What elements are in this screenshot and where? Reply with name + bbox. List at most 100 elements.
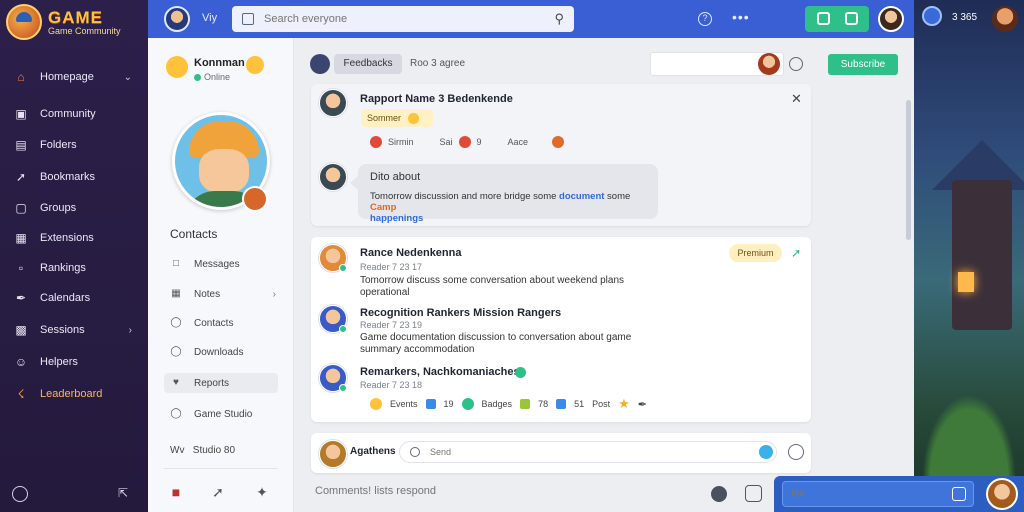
chat-icon: ▢ (15, 201, 27, 215)
puzzle-icon[interactable]: ✦ (254, 484, 270, 500)
notification-icon[interactable] (922, 6, 942, 26)
chevron-right-icon: › (128, 324, 132, 336)
avatar[interactable] (319, 440, 347, 468)
emoji-icon[interactable] (711, 486, 727, 502)
reply-link[interactable]: happenings (370, 213, 423, 224)
profile-menu-label: Contacts (194, 317, 234, 329)
sidebar-item-bookmarks[interactable]: ➚ Bookmarks (0, 164, 148, 190)
scrollbar[interactable] (906, 100, 911, 240)
profile-menu-messages[interactable]: □ Messages (164, 254, 278, 274)
sidebar-item-helpers[interactable]: ☺ Helpers (0, 349, 148, 375)
sidebar-item-folders[interactable]: ▤ Folders (0, 132, 148, 158)
sidebar-item-homepage[interactable]: ⌂ Homepage ⌄ (0, 64, 148, 90)
sidebar-item-label: Homepage (40, 71, 94, 83)
footer-prefix: Wv (170, 445, 185, 456)
chat-input[interactable] (791, 488, 941, 499)
profile-menu-label: Game Studio (194, 408, 253, 420)
search-bar[interactable]: ⚲ (232, 6, 574, 32)
avatar-badge (242, 186, 268, 212)
online-status-icon (339, 264, 347, 272)
sidebar-item-rankings[interactable]: ▫ Rankings (0, 255, 148, 281)
logo-title: GAME (48, 8, 103, 27)
chevron-down-icon: ⌄ (123, 71, 132, 83)
tag-badge: Sommer (361, 109, 433, 127)
message-icon[interactable] (817, 12, 830, 25)
badge-label: Events (390, 399, 418, 409)
post-author[interactable]: Remarkers, Nachkomaniaches (360, 366, 520, 378)
heart-icon[interactable] (458, 136, 471, 148)
reply-link[interactable]: document (559, 191, 604, 202)
chat-icon: □ (172, 258, 180, 269)
chat-input-wrapper[interactable] (782, 481, 974, 507)
logo-subtitle: Game Community (48, 26, 121, 36)
chat-send-icon[interactable] (952, 487, 966, 501)
avatar[interactable] (164, 6, 190, 32)
profile-menu-contacts[interactable]: ◯ Contacts (164, 313, 278, 333)
emoji-icon (407, 113, 419, 125)
profile-menu-notes[interactable]: ▦ Notes › (164, 284, 278, 304)
search-icon (410, 447, 420, 457)
rocket-icon[interactable]: ➚ (210, 484, 226, 500)
emoji-icon (166, 56, 188, 78)
settings-icon[interactable] (12, 486, 28, 502)
reply-text-part: some (604, 191, 631, 202)
sidebar-item-label: Calendars (40, 292, 91, 304)
avatar[interactable] (310, 54, 330, 74)
reply-input[interactable] (430, 447, 776, 457)
top-label: Viy (202, 12, 218, 24)
section-title: Contacts (170, 227, 218, 241)
avatar[interactable] (319, 89, 347, 117)
fire-icon[interactable] (552, 136, 565, 148)
close-icon[interactable]: ✕ (791, 91, 802, 107)
star-icon[interactable]: ★ (618, 396, 630, 412)
more-icon[interactable]: ••• (732, 9, 750, 25)
post-author[interactable]: Rance Nedenkenna (360, 247, 461, 259)
home-icon: ⌂ (17, 70, 25, 84)
post-author[interactable]: Agathens (350, 446, 396, 457)
badge-label: Post (592, 399, 611, 409)
search-input[interactable] (264, 13, 555, 25)
help-icon[interactable]: ? (698, 12, 712, 26)
avatar[interactable] (992, 6, 1018, 32)
info-icon[interactable] (789, 57, 803, 71)
online-status-icon (194, 74, 201, 81)
share-icon[interactable] (845, 12, 858, 25)
chat-avatar[interactable] (986, 478, 1018, 510)
reply-search[interactable] (399, 441, 777, 463)
top-action-buttons[interactable] (805, 6, 869, 32)
emoji-icon (370, 398, 382, 410)
sidebar-item-community[interactable]: ▣ Community (0, 101, 148, 127)
profile-menu-downloads[interactable]: ◯ Downloads (164, 342, 278, 362)
pin-icon[interactable]: ✒ (638, 398, 647, 411)
notifications-icon[interactable]: ■ (168, 484, 184, 500)
heart-icon[interactable] (788, 444, 804, 460)
badge-row: Events 19 Badges 78 51 Post ★ ✒ (370, 396, 647, 412)
badge-label: 19 (443, 399, 454, 409)
profile-menu-reports[interactable]: ♥ Reports (164, 373, 278, 393)
heart-icon[interactable] (370, 136, 382, 148)
sidebar-item-calendars[interactable]: ✒ Calendars (0, 285, 148, 311)
door-icon: ▣ (15, 107, 27, 121)
profile-footer: Wv Studio 80 (170, 445, 235, 456)
subscribe-button[interactable]: Subscribe (828, 54, 898, 75)
reply-highlight[interactable]: Camp (370, 202, 396, 213)
send-icon[interactable] (759, 445, 773, 459)
sidebar-item-leaderboard[interactable]: ☇ Leaderboard (0, 381, 148, 407)
search-icon[interactable]: ⚲ (554, 11, 564, 27)
sidebar-item-extensions[interactable]: ▦ Extensions (0, 225, 148, 251)
reply-title: Dito about (370, 171, 421, 183)
sidebar-item-sessions[interactable]: ▩ Sessions › (0, 317, 148, 343)
post-author[interactable]: Recognition Rankers Mission Rangers (360, 307, 561, 319)
premium-badge: Premium (729, 244, 782, 262)
attach-icon[interactable] (745, 485, 762, 502)
sidebar-item-groups[interactable]: ▢ Groups (0, 195, 148, 221)
app-logo[interactable]: GAME Game Community (6, 4, 142, 40)
profile-menu-game-studio[interactable]: ◯ Game Studio (164, 404, 278, 424)
calendar-icon: ▦ (171, 288, 181, 299)
logo-badge (6, 4, 42, 40)
feed-filter-pill[interactable]: Feedbacks (334, 54, 402, 74)
avatar[interactable] (319, 163, 347, 191)
user-avatar[interactable] (878, 6, 904, 32)
collapse-icon[interactable]: ⇱ (118, 486, 128, 500)
comment-input[interactable] (315, 485, 695, 497)
